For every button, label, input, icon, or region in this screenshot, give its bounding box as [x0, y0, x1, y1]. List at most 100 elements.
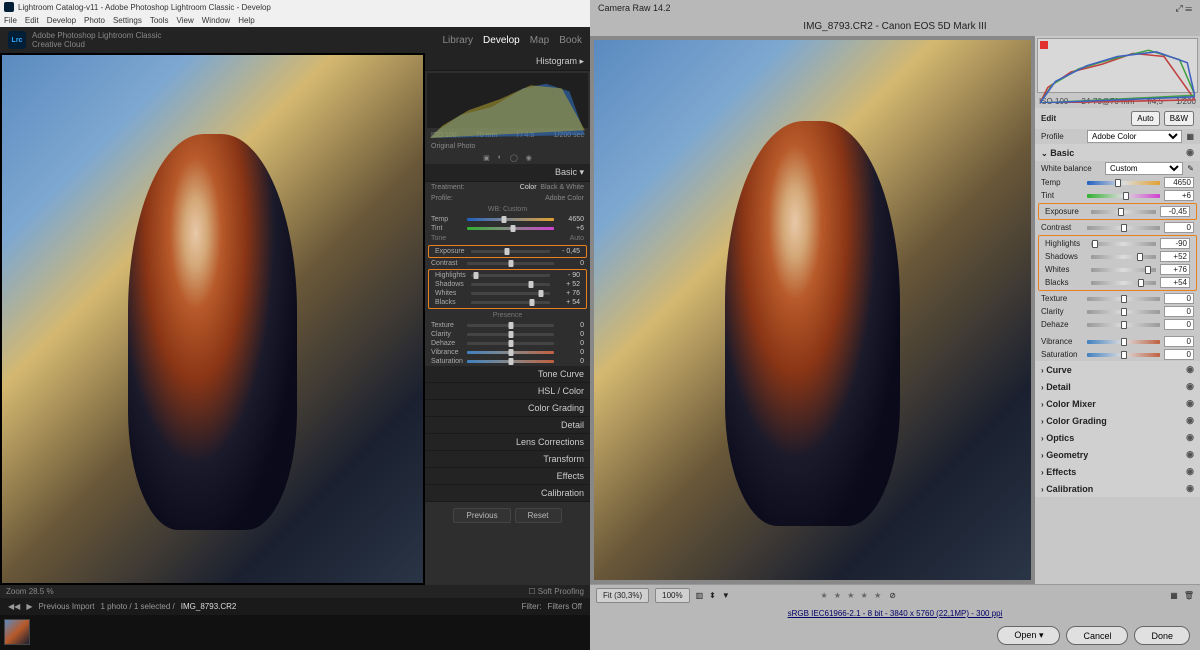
- filters-off[interactable]: Filters Off: [547, 602, 582, 611]
- cr-panel-effects[interactable]: › Effects◉: [1035, 463, 1200, 480]
- slider-dehaze[interactable]: Dehaze0: [425, 339, 590, 348]
- cr-slider-temp[interactable]: Temp4650: [1035, 176, 1200, 189]
- tool-mask-icon[interactable]: ◯: [510, 154, 518, 162]
- wb-select[interactable]: Custom: [503, 206, 527, 213]
- tool-crop-icon[interactable]: ▣: [483, 154, 490, 162]
- module-map[interactable]: Map: [530, 35, 549, 46]
- grid-icon[interactable]: ▦: [1186, 132, 1194, 141]
- menu-develop[interactable]: Develop: [47, 16, 76, 25]
- cr-slider-shadows[interactable]: Shadows+52: [1039, 250, 1196, 263]
- cr-slider-clarity[interactable]: Clarity0: [1035, 305, 1200, 318]
- tone-auto[interactable]: Auto: [570, 235, 584, 242]
- softproof-toggle[interactable]: ☐ Soft Proofing: [528, 587, 584, 596]
- slider-shadows[interactable]: Shadows+ 52: [429, 280, 586, 289]
- slider-clarity[interactable]: Clarity0: [425, 330, 590, 339]
- treat-bw[interactable]: Black & White: [540, 184, 584, 191]
- menu-tools[interactable]: Tools: [150, 16, 169, 25]
- cr-slider-saturation[interactable]: Saturation0: [1035, 348, 1200, 361]
- slider-temp[interactable]: Temp4650: [425, 215, 590, 224]
- cr-slider-dehaze[interactable]: Dehaze0: [1035, 318, 1200, 331]
- slider-highlights[interactable]: Highlights- 90: [429, 271, 586, 280]
- menu-settings[interactable]: Settings: [113, 16, 142, 25]
- cr-panel-optics[interactable]: › Optics◉: [1035, 429, 1200, 446]
- panel-transform[interactable]: Transform: [425, 451, 590, 468]
- grid-view-icon[interactable]: ▦: [1170, 591, 1178, 600]
- cr-slider-tint[interactable]: Tint+6: [1035, 189, 1200, 202]
- cr-slider-highlights[interactable]: Highlights-90: [1039, 237, 1196, 250]
- settings-icon[interactable]: ☰: [1185, 3, 1192, 13]
- menu-edit[interactable]: Edit: [25, 16, 39, 25]
- menu-help[interactable]: Help: [238, 16, 254, 25]
- cr-wb-select[interactable]: Custom: [1105, 162, 1183, 175]
- panel-hsl[interactable]: HSL / Color: [425, 383, 590, 400]
- zoom-100-button[interactable]: 100%: [655, 588, 689, 603]
- reset-button[interactable]: Reset: [515, 508, 562, 523]
- slider-contrast[interactable]: Contrast0: [425, 259, 590, 268]
- module-book[interactable]: Book: [559, 35, 582, 46]
- lr-histogram[interactable]: [427, 73, 588, 128]
- eyedropper-icon[interactable]: ✎: [1187, 164, 1194, 173]
- tool-heal-icon[interactable]: ◐: [498, 154, 502, 162]
- nav-prev-icon[interactable]: ◀◀: [8, 602, 20, 611]
- lr-preview-area[interactable]: [0, 53, 425, 585]
- cr-slider-exposure[interactable]: Exposure-0,45: [1039, 205, 1196, 218]
- slider-whites[interactable]: Whites+ 76: [429, 289, 586, 298]
- module-develop[interactable]: Develop: [483, 35, 520, 46]
- bw-button[interactable]: B&W: [1164, 111, 1194, 126]
- cr-panel-curve[interactable]: › Curve◉: [1035, 361, 1200, 378]
- panel-effects[interactable]: Effects: [425, 468, 590, 485]
- cr-slider-texture[interactable]: Texture0: [1035, 292, 1200, 305]
- cr-slider-blacks[interactable]: Blacks+54: [1039, 276, 1196, 289]
- prev-import[interactable]: Previous Import: [38, 602, 94, 611]
- panel-calibration[interactable]: Calibration: [425, 485, 590, 502]
- eye-icon[interactable]: ◉: [1186, 147, 1194, 158]
- treat-color[interactable]: Color: [520, 184, 537, 191]
- rating-stars[interactable]: ★ ★ ★ ★ ★: [820, 591, 883, 600]
- module-library[interactable]: Library: [442, 35, 473, 46]
- fullscreen-icon[interactable]: ⤢: [1176, 3, 1183, 13]
- cancel-button[interactable]: Cancel: [1066, 626, 1128, 645]
- basic-header[interactable]: Basic ▾: [425, 164, 590, 182]
- panel-colorgrading[interactable]: Color Grading: [425, 400, 590, 417]
- original-photo[interactable]: Original Photo: [431, 143, 475, 150]
- menu-window[interactable]: Window: [202, 16, 230, 25]
- slider-vibrance[interactable]: Vibrance0: [425, 348, 590, 357]
- reject-icon[interactable]: ⊘: [889, 591, 896, 600]
- slider-texture[interactable]: Texture0: [425, 321, 590, 330]
- cr-panel-geometry[interactable]: › Geometry◉: [1035, 446, 1200, 463]
- compare-icon[interactable]: ▥: [696, 591, 704, 600]
- cr-workflow-link[interactable]: sRGB IEC61966-2.1 - 8 bit - 3840 x 5760 …: [590, 606, 1200, 621]
- menu-file[interactable]: File: [4, 16, 17, 25]
- cr-panel-colorgrading[interactable]: › Color Grading◉: [1035, 412, 1200, 429]
- done-button[interactable]: Done: [1134, 626, 1190, 645]
- cr-basic-header[interactable]: ⌄ Basic◉: [1035, 144, 1200, 161]
- slider-exposure[interactable]: Exposure- 0,45: [429, 247, 586, 256]
- cr-profile-select[interactable]: Adobe Color: [1087, 130, 1182, 143]
- panel-detail[interactable]: Detail: [425, 417, 590, 434]
- cr-preview-area[interactable]: [590, 36, 1035, 584]
- trash-icon[interactable]: 🗑: [1184, 591, 1194, 600]
- menu-view[interactable]: View: [177, 16, 194, 25]
- cr-slider-whites[interactable]: Whites+76: [1039, 263, 1196, 276]
- slider-blacks[interactable]: Blacks+ 54: [429, 298, 586, 307]
- cr-slider-contrast[interactable]: Contrast0: [1035, 221, 1200, 234]
- lr-menubar[interactable]: File Edit Develop Photo Settings Tools V…: [0, 14, 590, 27]
- cr-slider-vibrance[interactable]: Vibrance0: [1035, 335, 1200, 348]
- panel-lens[interactable]: Lens Corrections: [425, 434, 590, 451]
- menu-photo[interactable]: Photo: [84, 16, 105, 25]
- filter-icon[interactable]: ▼: [722, 591, 730, 600]
- previous-button[interactable]: Previous: [453, 508, 510, 523]
- cr-panel-detail[interactable]: › Detail◉: [1035, 378, 1200, 395]
- cr-panel-colormixer[interactable]: › Color Mixer◉: [1035, 395, 1200, 412]
- filmstrip-thumb[interactable]: [4, 619, 30, 645]
- fit-button[interactable]: Fit (30,3%): [596, 588, 649, 603]
- histogram-header[interactable]: Histogram ▸: [425, 53, 590, 71]
- tool-redeye-icon[interactable]: ◉: [526, 154, 532, 162]
- slider-saturation[interactable]: Saturation0: [425, 357, 590, 366]
- zoom-value[interactable]: 28.5 %: [29, 587, 54, 596]
- sort-icon[interactable]: ⬍: [709, 591, 716, 600]
- profile-select[interactable]: Adobe Color: [545, 195, 584, 202]
- cr-panel-calibration[interactable]: › Calibration◉: [1035, 480, 1200, 497]
- cr-histogram[interactable]: [1037, 38, 1198, 93]
- auto-button[interactable]: Auto: [1131, 111, 1159, 126]
